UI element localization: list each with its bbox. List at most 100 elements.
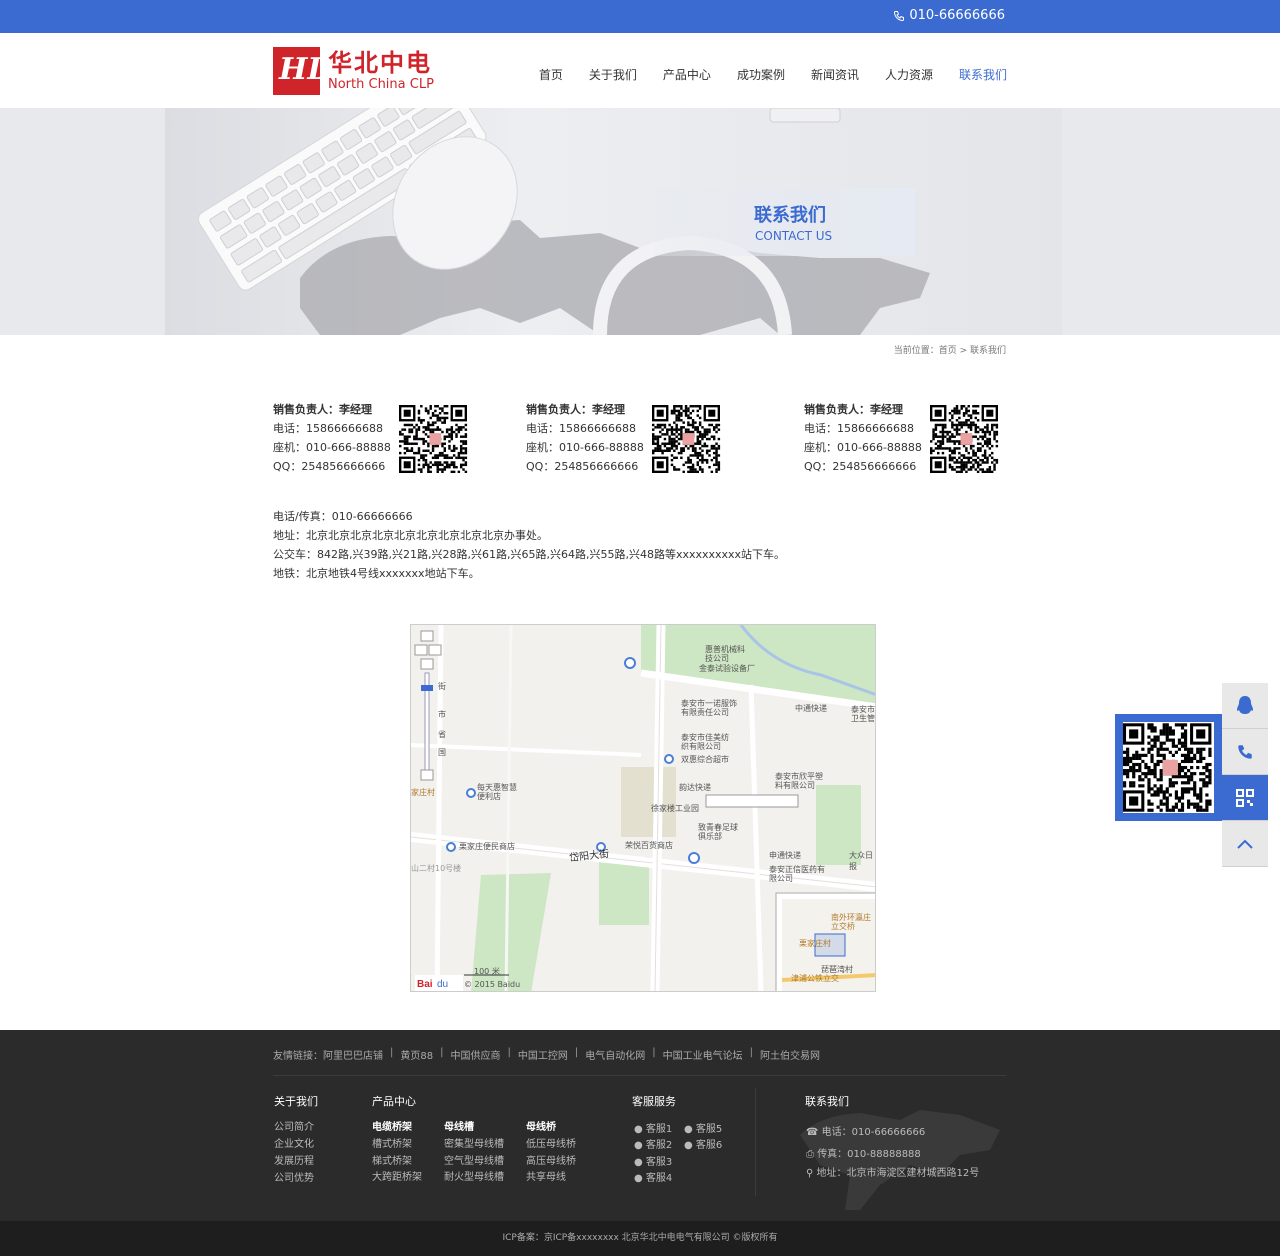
- friend-links: 友情链接： 阿里巴巴店铺 | 黄页88 | 中国供应商 | 中国工控网 | 电气自动化网…: [273, 1047, 820, 1062]
- logo-cn: 华北中电: [328, 49, 432, 77]
- header: HD 华北中电 North China CLP 首页 关于我们 产品中心 成功案…: [0, 33, 1280, 108]
- side-qrcode-button[interactable]: [1222, 775, 1268, 821]
- bus-line: 公交车：842路,兴39路,兴21路,兴28路,兴61路,兴65路,兴64路,兴…: [273, 548, 786, 561]
- map-label: 申通快递: [769, 851, 801, 860]
- banner-illustration: [197, 108, 930, 335]
- friend-link[interactable]: 中国工控网: [518, 1047, 568, 1062]
- phone-icon: [894, 10, 905, 21]
- footer-link[interactable]: 公司优势: [274, 1169, 314, 1184]
- map-label: 栗家庄村: [799, 939, 831, 948]
- map-copyright: © 2015 Baidu: [464, 980, 521, 989]
- contact-landline: 座机：010-666-88888: [526, 441, 644, 454]
- footer-link[interactable]: 共享母线: [526, 1168, 566, 1183]
- footer-link[interactable]: 耐火型母线槽: [444, 1168, 504, 1183]
- footer-service-title: 客服服务: [632, 1095, 676, 1108]
- banner: [0, 108, 1280, 335]
- friend-link[interactable]: 阿里巴巴店铺: [323, 1047, 383, 1062]
- qq-icon: ●: [634, 1140, 646, 1151]
- logo[interactable]: HD 华北中电 North China CLP: [273, 47, 434, 95]
- qrcode-image: [399, 405, 468, 473]
- map-label: 中通快递: [795, 704, 827, 713]
- contact-qq: QQ：254856666666: [273, 460, 386, 473]
- map-level-province[interactable]: 省: [438, 729, 446, 740]
- service-link[interactable]: ● 客服2: [634, 1136, 672, 1151]
- location-icon: ⚲: [806, 1168, 817, 1179]
- main-nav: 首页 关于我们 产品中心 成功案例 新闻资讯 人力资源 联系我们: [526, 66, 1007, 83]
- qrcode-image: [1123, 722, 1214, 813]
- friend-link[interactable]: 黄页88: [400, 1047, 433, 1062]
- qq-icon: ●: [634, 1173, 646, 1184]
- friend-link[interactable]: 中国工业电气论坛: [663, 1047, 743, 1062]
- map-level-country[interactable]: 国: [438, 747, 446, 758]
- footer-link[interactable]: 槽式桥架: [372, 1135, 412, 1150]
- footer-link[interactable]: 低压母线桥: [526, 1135, 576, 1150]
- map-scale: 100 米: [474, 967, 500, 976]
- friend-link[interactable]: 阿土伯交易网: [760, 1047, 820, 1062]
- back-to-top-icon: [1237, 839, 1253, 849]
- printer-icon: ⎙: [806, 1149, 818, 1160]
- qq-icon: ●: [634, 1157, 646, 1168]
- footer-fax: ⎙ 传真：010-88888888: [806, 1149, 921, 1160]
- footer-link[interactable]: 企业文化: [274, 1135, 314, 1150]
- service-link[interactable]: ● 客服6: [684, 1136, 722, 1151]
- qrcode-icon: [1236, 788, 1254, 807]
- map-level-city[interactable]: 市: [438, 709, 446, 720]
- footer-product-category[interactable]: 电缆桥架: [372, 1118, 412, 1133]
- nav-products[interactable]: 产品中心: [650, 66, 724, 83]
- footer-products-title: 产品中心: [372, 1095, 416, 1108]
- contact-card: 销售负责人：李经理 电话：15866666688 座机：010-666-8888…: [526, 400, 644, 476]
- map-label: 每天惠智慧便利店: [477, 783, 517, 801]
- footer-link[interactable]: 公司简介: [274, 1118, 314, 1133]
- side-phone-button[interactable]: [1222, 729, 1268, 775]
- footer-contact-title: 联系我们: [805, 1095, 849, 1108]
- footer-link[interactable]: 空气型母线槽: [444, 1152, 504, 1167]
- map-label: 泰安市欣平塑料有限公司: [775, 772, 823, 790]
- map-label: 致青春足球俱乐部: [698, 823, 738, 841]
- contact-tel: 电话：15866666688: [804, 422, 914, 435]
- footer-product-category[interactable]: 母线桥: [526, 1118, 556, 1133]
- map-label: 徐家楼工业园: [651, 804, 699, 813]
- nav-hr[interactable]: 人力资源: [872, 66, 946, 83]
- map-level-street[interactable]: 街: [438, 681, 446, 692]
- phone-icon: ☎: [806, 1127, 822, 1138]
- contact-name: 销售负责人：李经理: [273, 403, 372, 416]
- contact-name: 销售负责人：李经理: [526, 403, 625, 416]
- side-toolbar: [1222, 683, 1268, 867]
- contact-card: 销售负责人：李经理 电话：15866666688 座机：010-666-8888…: [804, 400, 922, 476]
- side-top-button[interactable]: [1222, 821, 1268, 867]
- map-label: 韵达快递: [679, 783, 711, 792]
- nav-cases[interactable]: 成功案例: [724, 66, 798, 83]
- friend-link[interactable]: 电气自动化网: [585, 1047, 645, 1062]
- service-link[interactable]: ● 客服4: [634, 1169, 672, 1184]
- map-label: 栗家庄便民商店: [459, 842, 515, 851]
- map-label: 山二村10号楼: [411, 864, 462, 873]
- map-label: 大众日报: [849, 851, 873, 871]
- baidu-map[interactable]: Bai du 惠普机械科技公司 金泰试验设备厂 泰安市一诺服饰有限责任公司 中通…: [410, 624, 876, 992]
- nav-about[interactable]: 关于我们: [576, 66, 650, 83]
- service-link[interactable]: ● 客服1: [634, 1120, 672, 1135]
- top-phone-number: 010-66666666: [909, 8, 1005, 23]
- footer-product-category[interactable]: 母线槽: [444, 1118, 474, 1133]
- contact-tel: 电话：15866666688: [273, 422, 383, 435]
- footer-link[interactable]: 梯式桥架: [372, 1152, 412, 1167]
- footer-about-title: 关于我们: [274, 1095, 318, 1108]
- qq-icon: ●: [684, 1140, 696, 1151]
- footer-link[interactable]: 大跨距桥架: [372, 1168, 422, 1183]
- friend-label: 友情链接：: [273, 1051, 323, 1062]
- qrcode-image: [652, 405, 721, 473]
- map-label: 惠普机械科技公司: [705, 645, 745, 663]
- footer-link[interactable]: 发展历程: [274, 1152, 314, 1167]
- friend-link[interactable]: 中国供应商: [450, 1047, 500, 1062]
- footer-link[interactable]: 高压母线桥: [526, 1152, 576, 1167]
- map-label: 津浦公铁立交: [791, 974, 839, 983]
- nav-contact[interactable]: 联系我们: [946, 66, 1007, 83]
- banner-title: 联系我们: [754, 205, 826, 226]
- nav-news[interactable]: 新闻资讯: [798, 66, 872, 83]
- nav-home[interactable]: 首页: [526, 66, 576, 83]
- side-qq-button[interactable]: [1222, 683, 1268, 729]
- footer-address: ⚲ 地址：北京市海淀区建材城西路12号: [806, 1168, 980, 1179]
- footer-link[interactable]: 密集型母线槽: [444, 1135, 504, 1150]
- service-link[interactable]: ● 客服3: [634, 1153, 672, 1168]
- service-link[interactable]: ● 客服5: [684, 1120, 722, 1135]
- side-qrcode-panel: [1115, 714, 1222, 821]
